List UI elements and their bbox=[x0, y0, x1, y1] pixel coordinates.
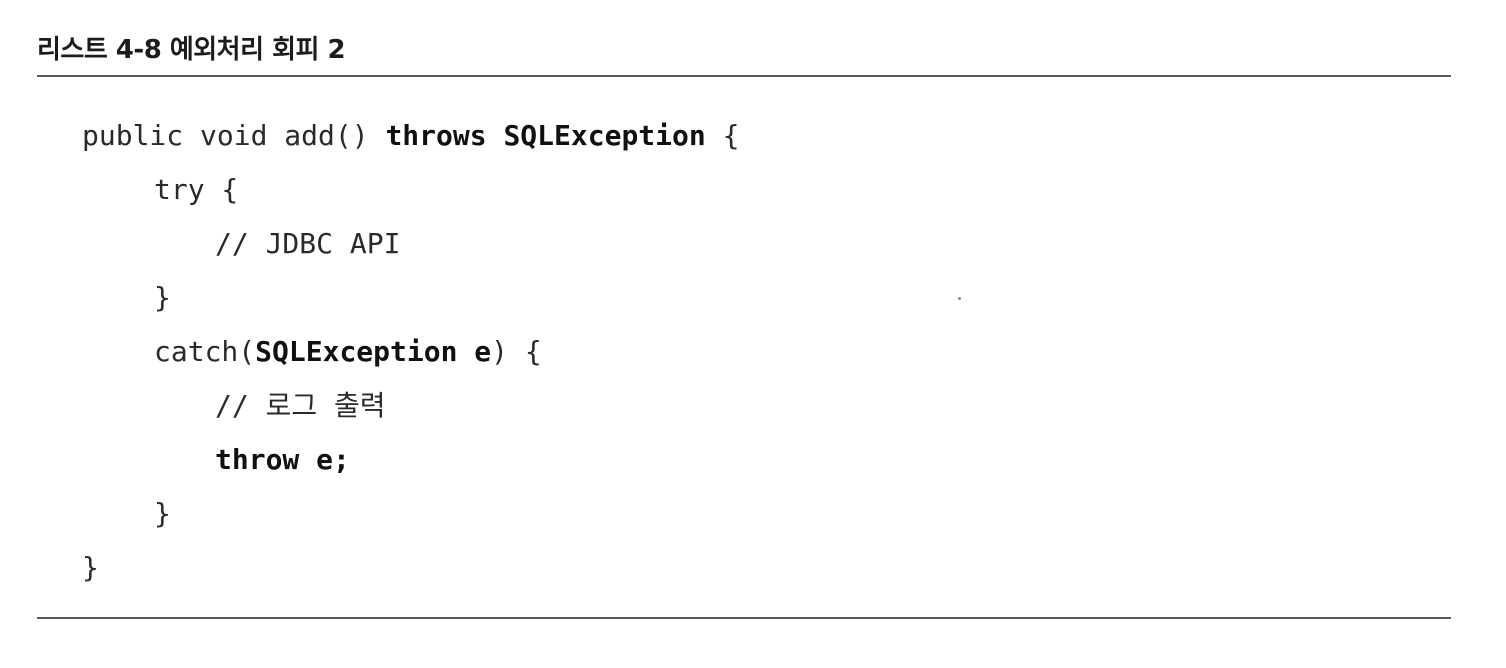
code-token: try { bbox=[154, 173, 239, 206]
code-keyword-token: SQLException e bbox=[255, 335, 492, 368]
code-line: public void add() throws SQLException { bbox=[82, 109, 739, 163]
code-token: { bbox=[705, 119, 740, 152]
code-token: } bbox=[82, 551, 99, 584]
code-token: } bbox=[154, 281, 171, 314]
code-token: ) { bbox=[491, 335, 542, 368]
code-line: // 로그 출력 bbox=[82, 379, 739, 433]
code-line: catch(SQLException e) { bbox=[82, 325, 739, 379]
code-line: } bbox=[82, 271, 739, 325]
code-token: public void add() bbox=[82, 119, 386, 152]
code-token: } bbox=[154, 497, 171, 530]
bottom-rule bbox=[37, 617, 1451, 619]
code-keyword-token: throw e; bbox=[215, 443, 350, 476]
code-block: public void add() throws SQLException {t… bbox=[82, 109, 739, 595]
code-token: // JDBC API bbox=[215, 227, 401, 260]
code-line: } bbox=[82, 541, 739, 595]
code-token: catch( bbox=[154, 335, 256, 368]
code-keyword-token: throws SQLException bbox=[385, 119, 706, 152]
top-rule bbox=[37, 75, 1451, 77]
code-listing: 리스트 4-8 예외처리 회피 2 public void add() thro… bbox=[37, 0, 1451, 668]
code-line: // JDBC API bbox=[82, 217, 739, 271]
code-line: try { bbox=[82, 163, 739, 217]
code-line: } bbox=[82, 487, 739, 541]
code-token: // 로그 출력 bbox=[215, 389, 386, 422]
code-line: throw e; bbox=[82, 433, 739, 487]
print-speck bbox=[958, 297, 961, 300]
listing-title: 리스트 4-8 예외처리 회피 2 bbox=[37, 35, 346, 65]
